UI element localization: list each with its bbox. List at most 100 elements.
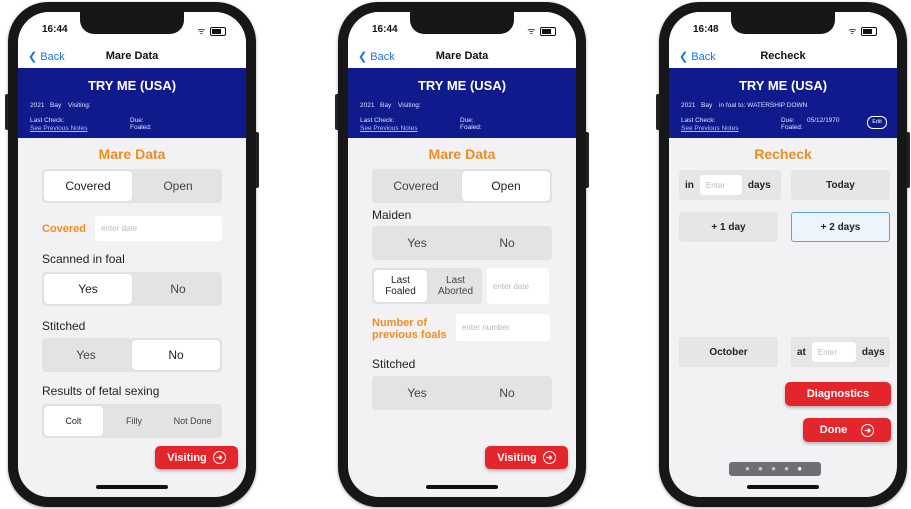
scanned-no-option[interactable]: No — [134, 272, 222, 306]
scanned-in-foal-label: Scanned in foal — [42, 252, 125, 266]
visiting-button-label: Visiting — [497, 451, 537, 464]
days-label: days — [861, 346, 885, 358]
maiden-label: Maiden — [372, 208, 412, 222]
wifi-battery-icon: ᯤ — [197, 24, 226, 37]
previous-foals-input[interactable]: enter number — [456, 314, 550, 341]
covered-open-toggle: Covered Open — [42, 169, 222, 203]
scanned-yes-option[interactable]: Yes — [44, 274, 132, 304]
filly-option[interactable]: Filly — [105, 404, 164, 438]
status-bar: 16:44 ᯤ — [18, 12, 246, 46]
at-days-row: at Enter days — [791, 337, 890, 367]
stitched-no-option[interactable]: No — [462, 376, 552, 410]
stitched-no-option[interactable]: No — [132, 340, 220, 370]
page-title: Mare Data — [105, 50, 159, 62]
stitched-yes-option[interactable]: Yes — [42, 338, 130, 372]
last-check-label: Last Check: — [30, 117, 65, 124]
maiden-no-option[interactable]: No — [462, 226, 552, 260]
today-button[interactable]: Today — [791, 170, 890, 200]
stitched-toggle: Yes No — [372, 376, 552, 410]
due-label: Due: — [781, 117, 795, 124]
fetal-sexing-toggle: Colt Filly Not Done — [42, 404, 222, 438]
in-label: in — [685, 179, 694, 191]
covered-date-input[interactable]: enter date — [95, 216, 222, 241]
screen: 16:48 ᯤ ❮ Back Recheck TRY ME (USA) 2021… — [669, 12, 897, 497]
horse-header: TRY ME (USA) 2021 Bay in foal to: WATERS… — [669, 68, 897, 138]
in-foal-to-label: in foal to: WATERSHIP DOWN — [719, 102, 808, 109]
home-indicator — [747, 485, 819, 489]
fetal-sexing-label: Results of fetal sexing — [42, 384, 160, 398]
due-label: Due: — [460, 117, 474, 124]
stitched-yes-option[interactable]: Yes — [372, 376, 462, 410]
see-previous-notes-link[interactable]: See Previous Notes — [360, 125, 417, 132]
covered-date-label: Covered — [42, 223, 87, 235]
page-indicator[interactable]: ● ● ● ● ● — [729, 462, 821, 476]
edit-button[interactable]: Edit — [867, 116, 887, 129]
covered-option[interactable]: Covered — [44, 171, 132, 201]
section-title: Mare Data — [98, 146, 166, 162]
home-indicator — [96, 485, 168, 489]
maiden-yes-option[interactable]: Yes — [372, 226, 462, 260]
page-title: Mare Data — [435, 50, 489, 62]
home-indicator — [426, 485, 498, 489]
see-previous-notes-link[interactable]: See Previous Notes — [681, 125, 738, 132]
visiting-label: Visiting: — [398, 102, 421, 109]
days-label: days — [747, 179, 771, 191]
stitched-label: Stitched — [42, 319, 86, 333]
see-previous-notes-link[interactable]: See Previous Notes — [30, 125, 87, 132]
status-time: 16:44 — [42, 24, 68, 35]
status-time: 16:44 — [372, 24, 398, 35]
diagnostics-button[interactable]: Diagnostics — [785, 382, 891, 406]
circle-arrow-right-icon: ➜ — [542, 451, 556, 464]
covered-open-toggle: Covered Open — [372, 169, 552, 203]
visiting-button[interactable]: Visiting ➜ — [155, 446, 238, 469]
phone-recheck: 16:48 ᯤ ❮ Back Recheck TRY ME (USA) 2021… — [656, 2, 910, 507]
last-aborted-option[interactable]: Last Aborted — [429, 268, 482, 304]
done-button-label: Done — [819, 424, 848, 436]
visiting-button[interactable]: Visiting ➜ — [485, 446, 568, 469]
plus-two-days-button[interactable]: + 2 days — [791, 212, 890, 242]
horse-year: 2021 — [30, 102, 45, 109]
due-label: Due: — [130, 117, 144, 124]
nav-bar: ❮ Back Mare Data — [18, 46, 246, 68]
phone-mare-data-covered: 16:44 ᯤ ❮ Back Mare Data TRY ME (USA) 20… — [5, 2, 259, 507]
foaled-label: Foaled: — [460, 124, 482, 131]
last-foaled-aborted-toggle: Last Foaled Last Aborted — [372, 268, 482, 304]
last-date-input[interactable]: enter date — [487, 268, 549, 304]
visiting-button-label: Visiting — [167, 451, 207, 464]
last-check-label: Last Check: — [681, 117, 716, 124]
at-days-input[interactable]: Enter — [811, 342, 856, 362]
screen: 16:44 ᯤ ❮ Back Mare Data TRY ME (USA) 20… — [348, 12, 576, 497]
last-check-label: Last Check: — [360, 117, 395, 124]
maiden-toggle: Yes No — [372, 226, 552, 260]
status-time: 16:48 — [693, 24, 719, 35]
scanned-in-foal-toggle: Yes No — [42, 272, 222, 306]
in-days-input[interactable]: Enter — [699, 175, 742, 195]
horse-name: TRY ME (USA) — [417, 78, 507, 93]
notch — [80, 12, 184, 34]
open-option[interactable]: Open — [134, 169, 222, 203]
horse-name: TRY ME (USA) — [87, 78, 177, 93]
colt-option[interactable]: Colt — [44, 406, 103, 436]
section-title: Recheck — [754, 146, 812, 162]
wifi-battery-icon: ᯤ — [848, 24, 877, 37]
visiting-label: Visiting: — [68, 102, 91, 109]
due-date: 05/12/1970 — [807, 117, 840, 124]
covered-option[interactable]: Covered — [372, 169, 460, 203]
october-button[interactable]: October — [679, 337, 778, 367]
foaled-label: Foaled: — [130, 124, 152, 131]
page-title: Recheck — [760, 50, 806, 62]
done-button[interactable]: Done ➜ — [803, 418, 891, 442]
plus-one-day-button[interactable]: + 1 day — [679, 212, 778, 242]
horse-year: 2021 — [681, 102, 696, 109]
status-bar: 16:48 ᯤ — [669, 12, 897, 46]
phone-mare-data-open: 16:44 ᯤ ❮ Back Mare Data TRY ME (USA) 20… — [335, 2, 589, 507]
horse-header: TRY ME (USA) 2021 Bay Visiting: Last Che… — [348, 68, 576, 138]
notch — [731, 12, 835, 34]
horse-color: Bay — [50, 102, 62, 109]
section-title: Mare Data — [428, 146, 496, 162]
nav-bar: ❮ Back Recheck — [669, 46, 897, 68]
not-done-option[interactable]: Not Done — [163, 404, 222, 438]
previous-foals-label: Number of previous foals — [372, 317, 447, 341]
last-foaled-option[interactable]: Last Foaled — [374, 270, 427, 302]
open-option[interactable]: Open — [462, 171, 550, 201]
